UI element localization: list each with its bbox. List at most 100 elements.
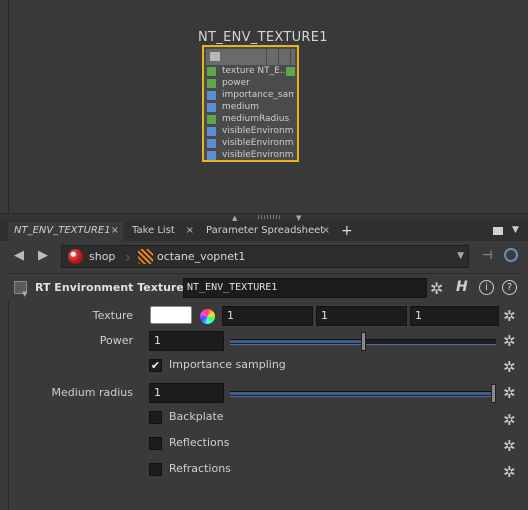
path-segment-shop[interactable]: shop ›	[68, 247, 138, 268]
reflections-label: Reflections	[169, 436, 230, 449]
reflections-checkbox[interactable]	[149, 437, 162, 450]
pane-menu-dropdown-icon[interactable]: ▼	[512, 225, 519, 235]
node-input-port-row[interactable]: mediumRadius	[206, 114, 297, 126]
input-port-connector[interactable]	[207, 151, 216, 160]
port-label: medium	[222, 102, 259, 112]
node-box[interactable]: texture NT_E...power importance_sam...med…	[202, 45, 299, 162]
port-label: mediumRadius	[222, 114, 290, 124]
node-header[interactable]	[206, 49, 295, 65]
gear-icon[interactable]: ✲	[503, 437, 516, 455]
close-icon[interactable]: ×	[111, 222, 119, 240]
help-icon[interactable]: ?	[502, 280, 517, 295]
port-label: importance_sam...	[222, 90, 294, 100]
node-input-port-row[interactable]: texture NT_E...	[206, 66, 297, 78]
node-header-divider	[266, 49, 267, 65]
tab-label: Take List	[132, 225, 175, 236]
pin-icon[interactable]: ⊣	[482, 248, 492, 262]
parameter-pane: Texture 1 1 1 ✲ Power 1 ✲ ✔ Importance s…	[8, 301, 523, 510]
close-icon[interactable]: ×	[322, 222, 330, 240]
port-label: visibleEnvironm...	[222, 138, 294, 148]
tab-take-list[interactable]: Take List ×	[126, 222, 198, 241]
power-label: Power	[99, 334, 133, 347]
importance-sampling-label: Importance sampling	[169, 358, 286, 371]
port-label: visibleEnvironm...	[222, 126, 294, 136]
node-type-icon	[210, 52, 220, 61]
pane-tab-bar: NT_ENV_TEXTURE1 × Take List × Parameter …	[0, 221, 528, 241]
info-icon[interactable]: i	[479, 280, 494, 295]
slider-handle[interactable]	[491, 384, 496, 403]
importance-sampling-checkbox[interactable]: ✔	[149, 359, 162, 372]
gear-icon[interactable]: ✲	[503, 411, 516, 429]
node-header-divider	[290, 49, 291, 65]
node-title: NT_ENV_TEXTURE1	[198, 30, 328, 45]
gear-icon[interactable]: ✲	[503, 358, 516, 376]
back-arrow-icon[interactable]: ◀	[14, 248, 24, 263]
splitter-grip[interactable]	[258, 215, 280, 219]
node-input-port-row[interactable]: visibleEnvironm...	[206, 126, 297, 138]
forward-arrow-icon[interactable]: ▶	[38, 248, 48, 263]
texture-g-field[interactable]: 1	[316, 306, 407, 326]
shop-network-icon	[68, 249, 83, 264]
gear-icon[interactable]: ✲	[503, 307, 516, 325]
slider-fill	[230, 392, 491, 395]
medium-radius-field[interactable]: 1	[149, 383, 224, 403]
tab-parameters[interactable]: NT_ENV_TEXTURE1 ×	[8, 222, 123, 241]
node-input-port-row[interactable]: power	[206, 78, 297, 90]
add-tab-button[interactable]: +	[341, 222, 353, 240]
chevron-right-icon: ›	[124, 247, 132, 268]
link-icon[interactable]	[504, 248, 518, 262]
slider-fill	[230, 340, 361, 343]
tab-parameter-spreadsheet[interactable]: Parameter Spreadsheet ×	[200, 222, 334, 241]
pane-layout-icon[interactable]	[493, 227, 503, 235]
caret-down-icon: ▼	[22, 290, 28, 298]
input-port-connector[interactable]	[207, 91, 216, 100]
node-graph-pane[interactable]: NT_ENV_TEXTURE1 texture NT_E...power impo…	[0, 0, 528, 213]
path-field[interactable]: shop › octane_vopnet1 ▼	[61, 245, 469, 268]
input-port-connector[interactable]	[207, 79, 216, 88]
output-port-connector[interactable]	[286, 67, 295, 76]
gear-icon[interactable]: ✲	[430, 279, 443, 298]
texture-b-field[interactable]: 1	[410, 306, 499, 326]
node-header-divider	[278, 49, 279, 65]
octane-vopnet-icon	[138, 249, 153, 264]
power-field[interactable]: 1	[149, 331, 224, 351]
divider	[8, 273, 522, 274]
tab-label: Parameter Spreadsheet	[206, 225, 325, 236]
tab-label: NT_ENV_TEXTURE1	[14, 225, 111, 236]
input-port-connector[interactable]	[207, 103, 216, 112]
gear-icon[interactable]: ✲	[503, 463, 516, 481]
input-port-connector[interactable]	[207, 67, 216, 76]
operator-type-label: RT Environment Texture	[35, 281, 184, 294]
medium-radius-label: Medium radius	[51, 386, 134, 399]
gear-icon[interactable]: ✲	[503, 332, 516, 350]
node-input-port-row[interactable]: visibleEnvironm...	[206, 138, 297, 150]
refractions-checkbox[interactable]	[149, 463, 162, 476]
port-label: texture NT_E...	[222, 66, 289, 76]
power-slider[interactable]	[230, 332, 496, 351]
texture-r-field[interactable]: 1	[222, 306, 313, 326]
path-bar: ◀ ▶ shop › octane_vopnet1 ▼ ⊣	[0, 243, 528, 271]
gear-icon[interactable]: ✲	[503, 384, 516, 402]
path-dropdown-icon[interactable]: ▼	[457, 251, 464, 261]
input-port-connector[interactable]	[207, 139, 216, 148]
houdini-help-icon[interactable]: H	[456, 279, 468, 295]
path-segment-vopnet[interactable]: octane_vopnet1	[138, 249, 288, 265]
node-input-port-row[interactable]: medium	[206, 102, 297, 114]
close-icon[interactable]: ×	[186, 222, 194, 240]
port-label: visibleEnvironm...	[222, 150, 294, 160]
backplate-checkbox[interactable]	[149, 411, 162, 424]
refractions-label: Refractions	[169, 462, 231, 475]
node-name-input[interactable]: NT_ENV_TEXTURE1	[183, 278, 427, 298]
pane-border	[8, 0, 9, 213]
path-segment-label: octane_vopnet1	[157, 250, 246, 263]
node-input-port-row[interactable]: visibleEnvironm...	[206, 150, 297, 162]
input-port-connector[interactable]	[207, 127, 216, 136]
backplate-label: Backplate	[169, 410, 224, 423]
color-wheel-icon[interactable]	[200, 309, 215, 324]
port-label: power	[222, 78, 250, 88]
medium-radius-slider[interactable]	[230, 384, 496, 403]
texture-color-swatch[interactable]	[150, 306, 192, 324]
slider-handle[interactable]	[361, 332, 366, 351]
input-port-connector[interactable]	[207, 115, 216, 124]
node-input-port-row[interactable]: importance_sam...	[206, 90, 297, 102]
